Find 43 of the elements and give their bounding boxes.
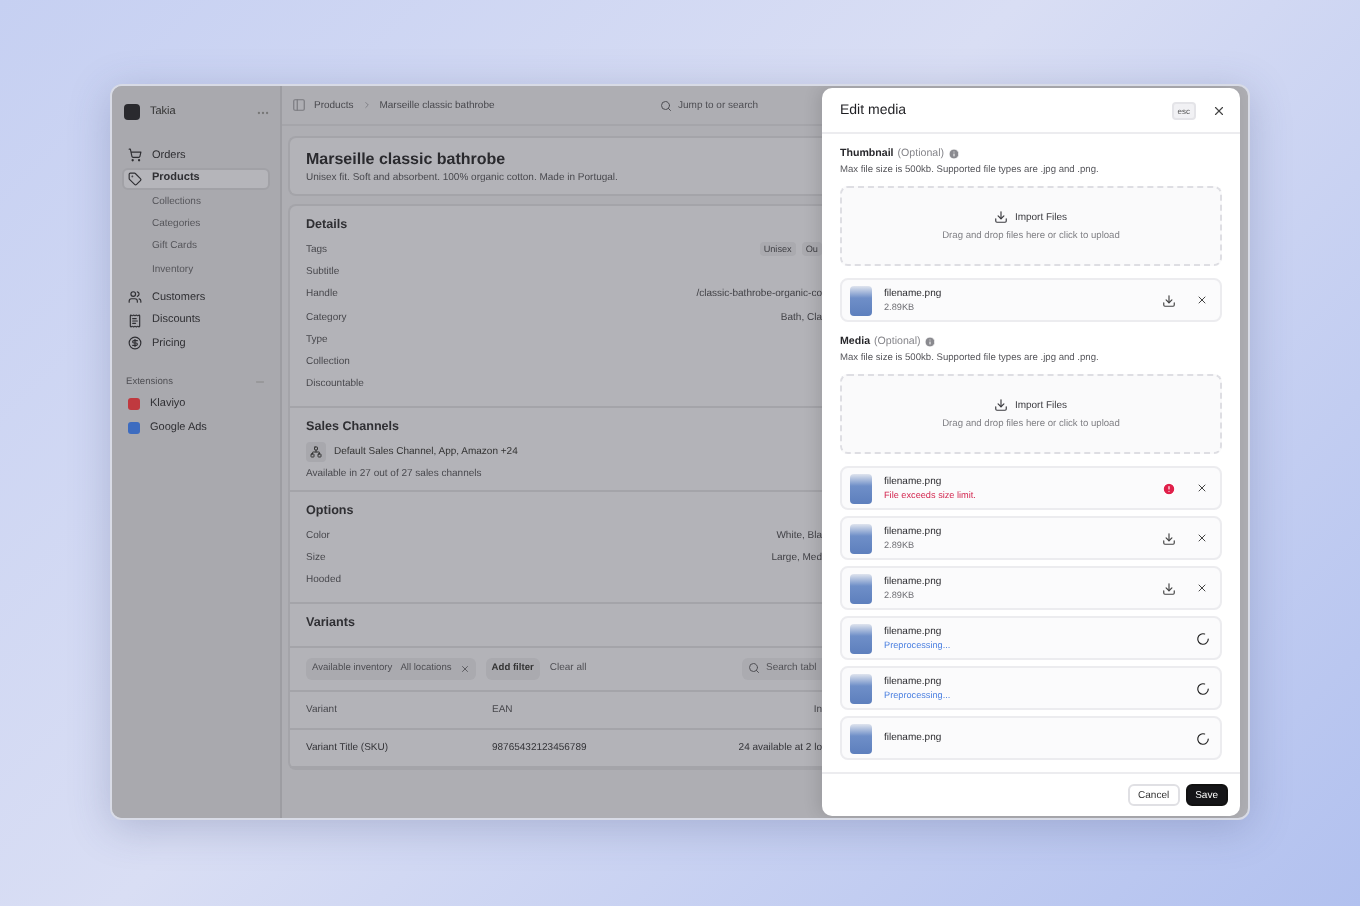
info-icon (924, 335, 937, 347)
tag-icon (128, 171, 142, 185)
download-icon (1161, 531, 1175, 545)
upload-icon (994, 398, 1009, 412)
sidebar-toggle-icon[interactable] (292, 98, 306, 112)
close-icon (1196, 482, 1208, 494)
download-icon (1161, 293, 1175, 307)
photo-placeholder (850, 573, 872, 603)
photo-placeholder (850, 723, 872, 753)
cart-icon (128, 148, 142, 162)
error-icon (1162, 481, 1176, 495)
photo-placeholder (850, 473, 872, 503)
photo-placeholder (850, 285, 872, 315)
chevron-icon (361, 100, 372, 110)
download-button[interactable] (1160, 580, 1176, 596)
close-icon (1196, 582, 1208, 594)
dollar-icon (128, 336, 142, 351)
close-icon (1196, 294, 1208, 306)
download-button[interactable] (1160, 530, 1176, 546)
close-button[interactable] (1210, 102, 1226, 118)
remove-button[interactable] (1194, 292, 1210, 308)
spinner-icon (1196, 731, 1210, 745)
channels-icon (306, 442, 326, 463)
remove-button[interactable] (1194, 580, 1210, 596)
spinner-icon (1196, 681, 1210, 695)
product-title: Marseille classic bathrobe (306, 150, 508, 168)
photo-placeholder (850, 523, 872, 553)
search-icon (748, 662, 760, 675)
search-icon (660, 99, 672, 111)
info-icon (948, 147, 961, 159)
spinner-icon (1196, 631, 1210, 645)
photo-placeholder (850, 623, 872, 653)
store-logo (124, 104, 140, 120)
remove-button[interactable] (1194, 480, 1210, 496)
download-icon (1161, 581, 1175, 595)
upload-icon (994, 210, 1009, 224)
receipt-icon (128, 313, 142, 328)
photo-placeholder (850, 673, 872, 703)
close-icon (1196, 532, 1208, 544)
download-button[interactable] (1160, 292, 1176, 308)
close-icon (1211, 103, 1225, 117)
remove-button[interactable] (1194, 530, 1210, 546)
users-icon (128, 290, 142, 305)
